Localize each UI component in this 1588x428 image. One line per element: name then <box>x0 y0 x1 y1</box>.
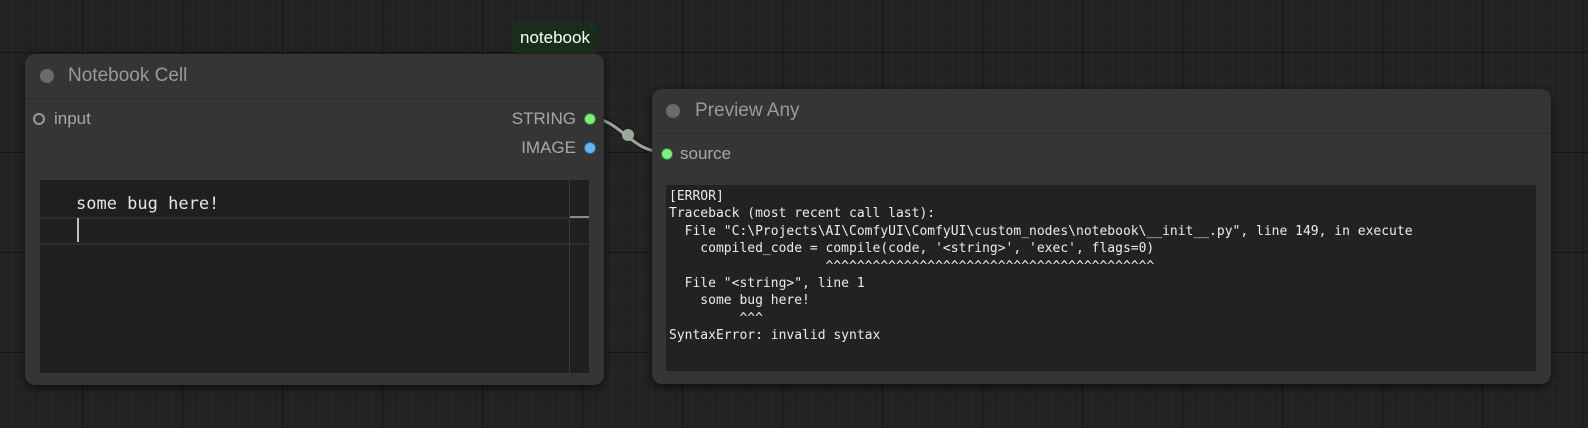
error-output-text: [ERROR] Traceback (most recent call last… <box>669 189 1413 344</box>
node-header[interactable]: Preview Any <box>652 89 1551 134</box>
text-cursor <box>77 218 79 242</box>
current-line-highlight <box>40 217 589 245</box>
code-line[interactable]: some bug here! <box>76 194 219 214</box>
node-title: Notebook Cell <box>68 65 188 86</box>
source-label: source <box>680 144 732 163</box>
link-midpoint-dot <box>622 129 634 141</box>
node-title: Preview Any <box>695 100 800 121</box>
node-badge: notebook <box>512 23 598 53</box>
collapse-dot-icon[interactable] <box>666 104 680 118</box>
input-label: input <box>54 109 91 128</box>
node-header[interactable]: Notebook Cell <box>25 54 604 99</box>
input-slot-icon[interactable] <box>33 113 45 125</box>
scrollbar-marker <box>570 216 589 218</box>
collapse-dot-icon[interactable] <box>40 69 54 83</box>
string-output-label: STRING <box>511 109 576 128</box>
image-output-label: IMAGE <box>521 138 576 157</box>
image-output-slot-icon[interactable] <box>584 142 596 154</box>
source-input-slot-icon[interactable] <box>661 148 673 160</box>
string-output-slot-icon[interactable] <box>584 113 596 125</box>
preview-output-textarea[interactable]: [ERROR] Traceback (most recent call last… <box>666 185 1536 371</box>
code-editor[interactable]: some bug here! <box>40 180 589 373</box>
editor-scrollbar[interactable] <box>569 180 570 373</box>
